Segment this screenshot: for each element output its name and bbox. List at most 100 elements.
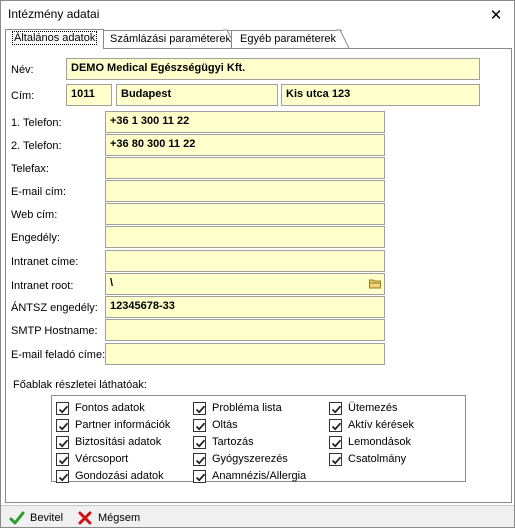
tab-egyeb-parameterek[interactable]: Egyéb paraméterek <box>231 30 342 48</box>
check-icon <box>331 439 342 448</box>
check-icon <box>331 405 342 414</box>
checkbox-vércsoport[interactable]: Vércsoport <box>56 451 128 467</box>
check-icon <box>195 473 206 482</box>
checkbox-label: Partner információk <box>75 419 171 431</box>
checkbox-partner-információk[interactable]: Partner információk <box>56 417 170 433</box>
checkbox-label: Anamnézis/Allergia <box>212 470 307 482</box>
close-button[interactable]: ✕ <box>478 1 514 29</box>
x-icon <box>78 511 92 524</box>
cim-label: Cím: <box>11 90 35 102</box>
check-icon <box>195 422 206 431</box>
checkbox-label: Gondozási adatok <box>75 470 164 482</box>
tab-label: Számlázási paraméterek <box>110 33 232 45</box>
check-icon <box>331 456 342 465</box>
checkbox-box[interactable] <box>329 452 342 466</box>
checkbox-label: Tartozás <box>212 436 254 448</box>
checkbox-label: Aktív kérések <box>348 419 415 431</box>
antsz-label: ÁNTSZ engedély: <box>11 302 98 314</box>
telefon1-label: 1. Telefon: <box>11 117 62 129</box>
tab-label: Egyéb paraméterek <box>240 33 336 45</box>
check-icon <box>58 422 69 431</box>
checkbox-lemondások[interactable]: Lemondások <box>329 434 411 450</box>
engedely-field[interactable] <box>105 226 385 248</box>
email-label: E-mail cím: <box>11 186 66 198</box>
check-icon <box>195 456 206 465</box>
telefax-field[interactable] <box>105 157 385 179</box>
checkbox-anamnézis-allergia[interactable]: Anamnézis/Allergia <box>193 468 306 484</box>
checkbox-box[interactable] <box>56 418 69 432</box>
tab-panel-altalanos: Név: DEMO Medical Egészségügyi Kft. Cím:… <box>5 48 512 503</box>
city-field[interactable]: Budapest <box>116 84 278 106</box>
checkbox-gondozási-adatok[interactable]: Gondozási adatok <box>56 468 164 484</box>
check-icon <box>58 473 69 482</box>
tab-label: Általános adatok <box>12 31 98 45</box>
cancel-button-label: Mégsem <box>98 511 141 524</box>
checkbox-box[interactable] <box>56 452 69 466</box>
checkbox-box[interactable] <box>193 469 206 483</box>
checkbox-label: Oltás <box>212 419 238 431</box>
checkbox-box[interactable] <box>329 401 342 415</box>
check-icon <box>195 405 206 414</box>
checkbox-label: Fontos adatok <box>75 402 145 414</box>
checkbox-box[interactable] <box>193 452 206 466</box>
intranet-cime-field[interactable] <box>105 250 385 272</box>
web-label: Web cím: <box>11 209 58 221</box>
checkbox-probléma-lista[interactable]: Probléma lista <box>193 400 282 416</box>
checkbox-box[interactable] <box>193 435 206 449</box>
intranet-root-field[interactable]: \ <box>105 273 385 295</box>
visible-sections-label: Főablak részletei láthatóak: <box>13 379 147 391</box>
checkbox-label: Vércsoport <box>75 453 129 465</box>
folder-icon[interactable] <box>369 278 381 289</box>
email-field[interactable] <box>105 180 385 202</box>
checkbox-label: Ütemezés <box>348 402 398 414</box>
checkbox-label: Csatolmány <box>348 453 407 465</box>
footer-bar: Bevitel Mégsem <box>1 505 514 527</box>
engedely-label: Engedély: <box>11 232 60 244</box>
checkbox-box[interactable] <box>193 401 206 415</box>
check-icon <box>331 422 342 431</box>
intranet-root-label: Intranet root: <box>11 280 74 292</box>
checkbox-aktív-kérések[interactable]: Aktív kérések <box>329 417 414 433</box>
telefon1-field[interactable]: +36 1 300 11 22 <box>105 111 385 133</box>
ok-button[interactable]: Bevitel <box>9 509 63 526</box>
tab-altalanos-adatok[interactable]: Általános adatok <box>5 29 105 49</box>
checkbox-box[interactable] <box>56 435 69 449</box>
checkbox-fontos-adatok[interactable]: Fontos adatok <box>56 400 145 416</box>
checkbox-label: Gyógyszerezés <box>212 453 288 465</box>
email-felado-label: E-mail feladó címe: <box>11 349 106 361</box>
checkbox-label: Lemondások <box>348 436 411 448</box>
web-field[interactable] <box>105 203 385 225</box>
checkbox-box[interactable] <box>329 418 342 432</box>
nev-field[interactable]: DEMO Medical Egészségügyi Kft. <box>66 58 480 80</box>
telefon2-label: 2. Telefon: <box>11 140 62 152</box>
check-icon <box>195 439 206 448</box>
smtp-field[interactable] <box>105 319 385 341</box>
checkbox-label: Biztosítási adatok <box>75 436 162 448</box>
checkbox-ütemezés[interactable]: Ütemezés <box>329 400 398 416</box>
checkbox-gyógyszerezés[interactable]: Gyógyszerezés <box>193 451 288 467</box>
street-field[interactable]: Kis utca 123 <box>281 84 480 106</box>
intranet-root-value: \ <box>110 277 114 289</box>
smtp-label: SMTP Hostname: <box>11 325 98 337</box>
checkbox-biztosítási-adatok[interactable]: Biztosítási adatok <box>56 434 161 450</box>
check-icon <box>58 405 69 414</box>
close-icon: ✕ <box>489 7 503 24</box>
intranet-cime-label: Intranet címe: <box>11 256 79 268</box>
email-felado-field[interactable] <box>105 343 385 365</box>
checkbox-box[interactable] <box>56 469 69 483</box>
checkbox-box[interactable] <box>193 418 206 432</box>
checkbox-csatolmány[interactable]: Csatolmány <box>329 451 406 467</box>
checkbox-tartozás[interactable]: Tartozás <box>193 434 254 450</box>
cancel-button[interactable]: Mégsem <box>77 509 140 526</box>
tab-szamlazasi-parameterek[interactable]: Számlázási paraméterek <box>101 30 239 48</box>
antsz-field[interactable]: 12345678-33 <box>105 296 385 318</box>
nev-label: Név: <box>11 64 34 76</box>
checkbox-box[interactable] <box>329 435 342 449</box>
telefax-label: Telefax: <box>11 163 49 175</box>
window-title: Intézmény adatai <box>8 7 100 21</box>
checkbox-box[interactable] <box>56 401 69 415</box>
checkbox-oltás[interactable]: Oltás <box>193 417 238 433</box>
checkbox-label: Probléma lista <box>212 402 282 414</box>
zip-field[interactable]: 1011 <box>66 84 112 106</box>
telefon2-field[interactable]: +36 80 300 11 22 <box>105 134 385 156</box>
